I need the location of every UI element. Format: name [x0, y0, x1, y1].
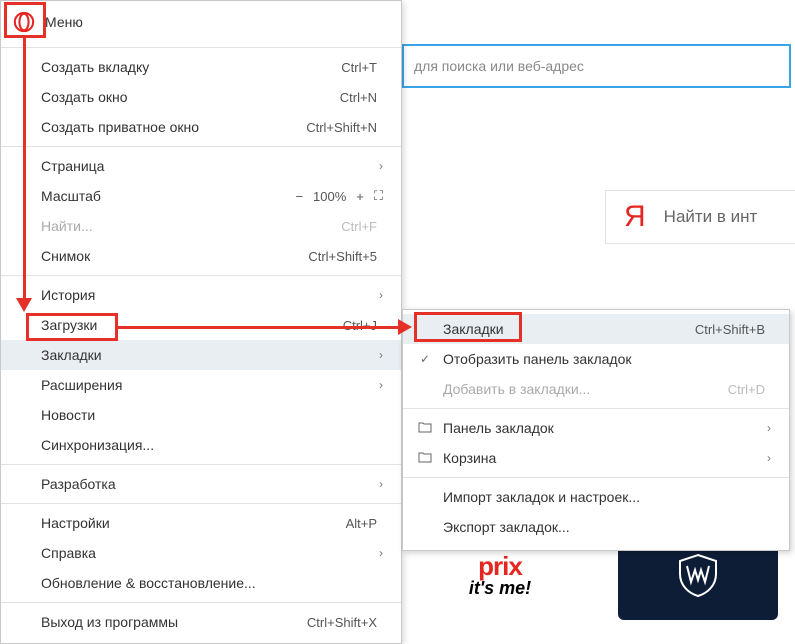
- menu-item-shortcut: Ctrl+T: [341, 60, 377, 75]
- menu-item-label: Импорт закладок и настроек...: [443, 489, 771, 505]
- menu-item-news[interactable]: Новости: [1, 400, 401, 430]
- submenu-item-trash[interactable]: Корзина ›: [403, 443, 789, 473]
- menu-item-label: Страница: [41, 158, 371, 174]
- bookmarks-submenu: Закладки Ctrl+Shift+B ✓ Отобразить панел…: [402, 309, 790, 551]
- menu-item-downloads[interactable]: Загрузки Ctrl+J: [1, 310, 401, 340]
- menu-item-label: Отобразить панель закладок: [443, 351, 771, 367]
- chevron-right-icon: ›: [759, 421, 771, 435]
- menu-item-label: Выход из программы: [41, 614, 307, 630]
- menu-item-label: Загрузки: [41, 317, 343, 333]
- menu-item-help[interactable]: Справка ›: [1, 538, 401, 568]
- menu-item-label: Справка: [41, 545, 371, 561]
- menu-title: Меню: [45, 14, 83, 30]
- menu-header[interactable]: Меню: [1, 1, 401, 43]
- menu-item-shortcut: Ctrl+Shift+X: [307, 615, 377, 630]
- menu-item-label: Корзина: [443, 450, 759, 466]
- separator: [403, 477, 789, 478]
- chevron-right-icon: ›: [371, 546, 383, 560]
- menu-item-shortcut: Ctrl+Shift+5: [308, 249, 377, 264]
- menu-item-find: Найти... Ctrl+F: [1, 211, 401, 241]
- folder-icon: [417, 450, 433, 466]
- menu-item-label: Синхронизация...: [41, 437, 383, 453]
- menu-item-dev[interactable]: Разработка ›: [1, 469, 401, 499]
- menu-item-label: Обновление & восстановление...: [41, 575, 383, 591]
- submenu-item-show-bar[interactable]: ✓ Отобразить панель закладок: [403, 344, 789, 374]
- separator: [403, 408, 789, 409]
- menu-item-sync[interactable]: Синхронизация...: [1, 430, 401, 460]
- menu-item-label: Расширения: [41, 377, 371, 393]
- chevron-right-icon: ›: [371, 378, 383, 392]
- menu-item-extensions[interactable]: Расширения ›: [1, 370, 401, 400]
- menu-item-zoom[interactable]: Масштаб − 100% + ⛶: [1, 181, 401, 211]
- menu-item-snapshot[interactable]: Снимок Ctrl+Shift+5: [1, 241, 401, 271]
- menu-item-new-window[interactable]: Создать окно Ctrl+N: [1, 82, 401, 112]
- folder-icon: [417, 420, 433, 436]
- submenu-item-export[interactable]: Экспорт закладок...: [403, 512, 789, 542]
- menu-item-bookmarks[interactable]: Закладки ›: [1, 340, 401, 370]
- chevron-right-icon: ›: [371, 288, 383, 302]
- opera-logo-icon: [13, 11, 35, 33]
- submenu-item-panel[interactable]: Панель закладок ›: [403, 413, 789, 443]
- menu-item-shortcut: Ctrl+N: [340, 90, 377, 105]
- separator: [1, 146, 401, 147]
- prix-slogan-text: it's me!: [469, 578, 531, 599]
- wargaming-logo-icon: [675, 552, 721, 598]
- menu-item-label: Добавить в закладки...: [443, 381, 728, 397]
- zoom-value: 100%: [313, 189, 346, 204]
- chevron-right-icon: ›: [371, 159, 383, 173]
- menu-item-page[interactable]: Страница ›: [1, 151, 401, 181]
- menu-item-update[interactable]: Обновление & восстановление...: [1, 568, 401, 598]
- menu-item-new-tab[interactable]: Создать вкладку Ctrl+T: [1, 52, 401, 82]
- separator: [1, 464, 401, 465]
- menu-item-shortcut: Ctrl+F: [341, 219, 377, 234]
- yandex-logo-icon: Я: [624, 200, 646, 234]
- separator: [1, 602, 401, 603]
- menu-item-label: Найти...: [41, 218, 341, 234]
- zoom-out-button[interactable]: −: [295, 189, 303, 204]
- menu-item-label: Создать приватное окно: [41, 119, 306, 135]
- menu-item-label: Закладки: [41, 347, 371, 363]
- chevron-right-icon: ›: [371, 477, 383, 491]
- zoom-in-button[interactable]: +: [356, 189, 364, 204]
- menu-item-label: Создать окно: [41, 89, 340, 105]
- submenu-item-add: Добавить в закладки... Ctrl+D: [403, 374, 789, 404]
- menu-item-label: Масштаб: [41, 188, 295, 204]
- search-widget[interactable]: Я Найти в инт: [605, 190, 795, 244]
- menu-item-label: Новости: [41, 407, 383, 423]
- menu-item-label: Настройки: [41, 515, 346, 531]
- main-menu: Меню Создать вкладку Ctrl+T Создать окно…: [0, 0, 402, 644]
- chevron-right-icon: ›: [371, 348, 383, 362]
- separator: [1, 275, 401, 276]
- menu-item-label: История: [41, 287, 371, 303]
- chevron-right-icon: ›: [759, 451, 771, 465]
- menu-item-shortcut: Ctrl+Shift+B: [695, 322, 765, 337]
- menu-item-new-private[interactable]: Создать приватное окно Ctrl+Shift+N: [1, 112, 401, 142]
- submenu-item-bookmarks[interactable]: Закладки Ctrl+Shift+B: [403, 314, 789, 344]
- menu-item-settings[interactable]: Настройки Alt+P: [1, 508, 401, 538]
- address-bar[interactable]: для поиска или веб-адрес: [402, 44, 791, 88]
- menu-item-label: Закладки: [443, 321, 695, 337]
- separator: [1, 47, 401, 48]
- menu-item-shortcut: Alt+P: [346, 516, 377, 531]
- menu-item-label: Панель закладок: [443, 420, 759, 436]
- menu-item-label: Создать вкладку: [41, 59, 341, 75]
- menu-item-exit[interactable]: Выход из программы Ctrl+Shift+X: [1, 607, 401, 637]
- address-bar-placeholder: для поиска или веб-адрес: [414, 58, 584, 74]
- check-icon: ✓: [417, 352, 433, 366]
- menu-item-shortcut: Ctrl+J: [343, 318, 377, 333]
- menu-item-label: Экспорт закладок...: [443, 519, 771, 535]
- menu-item-history[interactable]: История ›: [1, 280, 401, 310]
- fullscreen-icon[interactable]: ⛶: [374, 188, 383, 204]
- separator: [1, 503, 401, 504]
- menu-item-shortcut: Ctrl+Shift+N: [306, 120, 377, 135]
- submenu-item-import[interactable]: Импорт закладок и настроек...: [403, 482, 789, 512]
- search-placeholder: Найти в инт: [664, 207, 758, 227]
- menu-item-label: Снимок: [41, 248, 308, 264]
- menu-item-shortcut: Ctrl+D: [728, 382, 765, 397]
- menu-item-label: Разработка: [41, 476, 371, 492]
